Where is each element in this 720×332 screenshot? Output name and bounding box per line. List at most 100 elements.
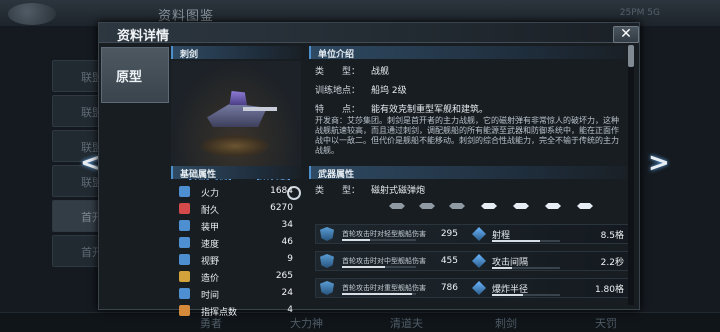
stat-label: 速度 bbox=[201, 240, 220, 250]
unit-type-value: 战舰 bbox=[371, 67, 390, 77]
target-ship-icon bbox=[545, 203, 561, 209]
bottom-tab[interactable]: 清道夫 bbox=[390, 315, 423, 331]
stat-value: 4 bbox=[287, 305, 293, 315]
damage-value: 295 bbox=[440, 229, 458, 239]
base-stats-header: 基础属性 bbox=[171, 166, 301, 180]
stat-row: 速度 46 bbox=[173, 236, 293, 250]
stat-value: 34 bbox=[281, 220, 293, 230]
damage-type-icon bbox=[320, 227, 334, 241]
pedestal-icon bbox=[201, 135, 269, 157]
stat-row: 耐久 6270 bbox=[173, 202, 293, 216]
bg-side-item[interactable]: 首开者 bbox=[52, 200, 102, 232]
status-text: 25PM 5G bbox=[619, 8, 660, 18]
armor-icon bbox=[179, 220, 190, 231]
bg-side-item[interactable]: 首开者 bbox=[52, 235, 102, 267]
app-logo-icon bbox=[8, 3, 56, 25]
target-ship-icon bbox=[449, 203, 465, 209]
bottom-tab[interactable]: 天罚 bbox=[595, 315, 617, 331]
stat-value: 24 bbox=[281, 288, 293, 298]
stat-value: 6270 bbox=[270, 203, 293, 213]
stat-label: 火力 bbox=[201, 189, 220, 199]
tab-prototype[interactable]: 原型 bbox=[101, 47, 169, 103]
damage-type-icon bbox=[320, 254, 334, 268]
command-icon bbox=[179, 305, 190, 316]
unit-feature-key: 特 点： bbox=[315, 105, 361, 115]
damage-value: 786 bbox=[440, 283, 458, 293]
damage-label: 首轮攻击时对中型舰船伤害 bbox=[342, 257, 426, 265]
weapon-type-value: 磁射式磁弹炮 bbox=[371, 186, 426, 196]
explosion-icon bbox=[472, 281, 486, 295]
damage-label: 首轮攻击时对轻型舰船伤害 bbox=[342, 230, 426, 238]
range-icon bbox=[472, 227, 486, 241]
weapon-prop-bar bbox=[492, 294, 560, 296]
damage-value: 455 bbox=[440, 256, 458, 266]
weapon-type-key: 类 型： bbox=[315, 186, 361, 196]
bottom-tab[interactable]: 刺剑 bbox=[495, 315, 517, 331]
heart-icon bbox=[179, 203, 190, 214]
ship-turret-icon bbox=[229, 91, 247, 105]
damage-bar bbox=[342, 239, 416, 241]
unit-base-value: 船坞 2级 bbox=[371, 86, 407, 96]
target-ship-icon bbox=[577, 203, 593, 209]
next-arrow-icon[interactable]: > bbox=[648, 148, 670, 178]
stat-label: 时间 bbox=[201, 291, 220, 301]
weapon-prop-value: 2.2秒 bbox=[600, 258, 624, 268]
weapon-damage-row: 首轮攻击时对中型舰船伤害 455 攻击间隔 2.2秒 bbox=[315, 251, 631, 271]
bottom-tab-bar: 勇者 大力神 清道夫 刺剑 天罚 bbox=[0, 312, 720, 332]
stat-row: 指挥点数 4 bbox=[173, 304, 293, 318]
stat-label: 指挥点数 bbox=[201, 308, 238, 318]
stat-value: 265 bbox=[275, 271, 293, 281]
clock-icon bbox=[179, 288, 190, 299]
weapon-damage-row: 首轮攻击时对轻型舰船伤害 295 射程 8.5格 bbox=[315, 224, 631, 244]
unit-name-header: 刺剑 bbox=[171, 46, 301, 60]
bottom-tab[interactable]: 大力神 bbox=[290, 315, 323, 331]
close-button[interactable]: ✕ bbox=[613, 26, 639, 43]
stat-label: 耐久 bbox=[201, 206, 220, 216]
scrollbar-thumb[interactable] bbox=[628, 45, 634, 67]
unit-base-key: 训练地点： bbox=[315, 86, 361, 96]
target-type-icons bbox=[389, 201, 639, 215]
unit-base-line: 训练地点： 船坞 2级 bbox=[315, 83, 407, 96]
bg-side-item[interactable]: 联盟 bbox=[52, 60, 102, 92]
stat-row: 火力 1684 bbox=[173, 185, 293, 199]
weapon-prop-bar bbox=[492, 240, 560, 242]
dialog-title: 资料详情 bbox=[117, 29, 170, 44]
damage-type-icon bbox=[320, 281, 334, 295]
damage-bar bbox=[342, 266, 416, 268]
detail-dialog: 资料详情 ✕ 原型 刺剑 【攻防均衡】 【双状态】 基础属性 火力1684耐久6… bbox=[98, 22, 640, 318]
target-ship-icon bbox=[513, 203, 529, 209]
weapon-prop-value: 1.80格 bbox=[594, 285, 624, 295]
bg-side-item[interactable]: 联盟单 bbox=[52, 95, 102, 127]
hourglass-icon bbox=[472, 254, 486, 268]
weapon-type-line: 类 型： 磁射式磁弹炮 bbox=[315, 183, 425, 196]
unit-info-header: 单位介绍 bbox=[309, 46, 627, 60]
weapon-prop-value: 8.5格 bbox=[600, 231, 624, 241]
unit-type-line: 类 型： 战舰 bbox=[315, 64, 389, 77]
weapon-header: 武器属性 bbox=[309, 166, 627, 180]
ship-gun-icon bbox=[243, 107, 277, 111]
unit-feature-line: 特 点： 能有效克制重型军舰和建筑。 bbox=[315, 102, 488, 115]
firepower-icon bbox=[179, 186, 190, 197]
scrollbar-track[interactable] bbox=[628, 45, 634, 305]
stat-value: 1684 bbox=[270, 186, 293, 196]
eye-icon bbox=[179, 254, 190, 265]
unit-model-view[interactable] bbox=[171, 61, 301, 169]
weapon-damage-row: 首轮攻击时对重型舰船伤害 786 爆炸半径 1.80格 bbox=[315, 278, 631, 298]
target-ship-icon bbox=[389, 203, 405, 209]
damage-label: 首轮攻击时对重型舰船伤害 bbox=[342, 284, 426, 292]
target-ship-icon bbox=[419, 203, 435, 209]
dialog-header: 资料详情 ✕ bbox=[99, 23, 639, 44]
stat-label: 造价 bbox=[201, 274, 220, 284]
stat-value: 46 bbox=[281, 237, 293, 247]
unit-description: 开发商：艾莎集团。刺剑是首开者的主力战舰，它的磁射弹有非常惊人的破坏力，这种战舰… bbox=[315, 116, 619, 155]
stat-label: 视野 bbox=[201, 257, 220, 267]
speed-icon bbox=[179, 237, 190, 248]
unit-feature-value: 能有效克制重型军舰和建筑。 bbox=[371, 105, 489, 115]
stat-row: 装甲 34 bbox=[173, 219, 293, 233]
cost-icon bbox=[179, 271, 190, 282]
weapon-prop-bar bbox=[492, 267, 560, 269]
stat-row: 时间 24 bbox=[173, 287, 293, 301]
stat-label: 装甲 bbox=[201, 223, 220, 233]
stat-row: 视野 9 bbox=[173, 253, 293, 267]
target-ship-icon bbox=[481, 203, 497, 209]
